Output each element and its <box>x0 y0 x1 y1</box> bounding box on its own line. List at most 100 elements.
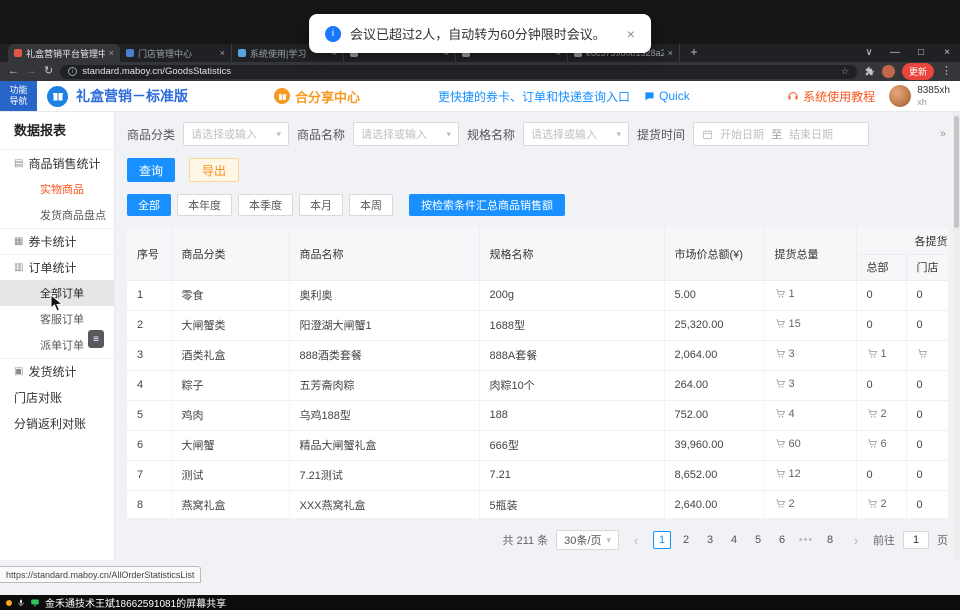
cart-link[interactable]: 2 <box>867 498 887 510</box>
tab-close-icon[interactable]: × <box>109 48 114 58</box>
quick-entry-tip[interactable]: 更快捷的券卡、订单和快递查询入口 <box>438 88 630 105</box>
sidebar-item[interactable]: ▥订单统计 <box>0 254 114 280</box>
tab-close-icon[interactable]: × <box>668 48 673 58</box>
browser-profile-avatar[interactable] <box>882 65 895 78</box>
sidebar-item-label: 券卡统计 <box>28 233 76 250</box>
export-button[interactable]: 导出 <box>189 158 239 182</box>
date-range-picker[interactable]: 开始日期 至 结束日期 <box>693 122 869 146</box>
sidebar-menu: ▤商品销售统计实物商品发货商品盘点▦券卡统计▥订单统计全部订单客服订单派单订单▣… <box>0 150 114 436</box>
site-info-icon[interactable]: i <box>68 67 77 76</box>
scrollbar-thumb[interactable] <box>954 116 959 228</box>
back-icon[interactable]: ← <box>8 66 19 77</box>
extensions-icon[interactable] <box>864 66 875 77</box>
quick-link[interactable]: Quick <box>644 89 690 103</box>
cart-link[interactable]: 2 <box>775 498 795 510</box>
tab-close-icon[interactable]: × <box>220 48 225 58</box>
goods-table-body: 1零食奥利奥200g5.001002大闸蟹类阳澄湖大闸蟹11688型25,320… <box>127 280 948 518</box>
sidebar-item[interactable]: 实物商品 <box>0 176 114 202</box>
column-header: 序号 <box>127 228 171 280</box>
minimize-icon[interactable]: — <box>882 44 908 62</box>
range-tabs: 全部本年度本季度本月本周 <box>127 194 393 216</box>
forward-icon[interactable]: → <box>26 66 37 77</box>
cart-link[interactable]: 3 <box>775 348 795 360</box>
prev-page-icon[interactable]: ‹ <box>627 531 645 549</box>
pickup-cell: 0 <box>856 370 906 400</box>
tutorial-link[interactable]: 系统使用教程 <box>787 88 875 105</box>
share-center-link[interactable]: 合分享中心 <box>274 87 360 106</box>
sidebar-item[interactable]: 发货商品盘点 <box>0 202 114 228</box>
chevron-down-icon: ▾ <box>617 129 622 140</box>
sidebar-item[interactable]: ▦券卡统计 <box>0 228 114 254</box>
tab-search-icon[interactable]: ∨ <box>856 44 882 62</box>
page-number[interactable]: 4 <box>725 531 743 549</box>
address-input[interactable]: i standard.maboy.cn/GoodsStatistics ☆ <box>60 65 857 79</box>
cart-count: 2 <box>881 408 887 420</box>
pickup-cell: 0 <box>906 430 948 460</box>
query-button[interactable]: 查询 <box>127 158 175 182</box>
toast-close-icon[interactable]: × <box>627 26 635 42</box>
sidebar-item[interactable]: 分销返利对账 <box>0 410 114 436</box>
user-avatar[interactable] <box>889 85 911 107</box>
cart-link[interactable]: 1 <box>775 288 795 300</box>
cart-link[interactable]: 60 <box>775 438 801 450</box>
bookmark-star-icon[interactable]: ☆ <box>841 66 849 77</box>
filter-collapse-icon[interactable]: » <box>940 128 946 140</box>
page-number[interactable]: 6 <box>773 531 791 549</box>
goto-suffix: 页 <box>937 532 948 548</box>
cart-link[interactable]: 4 <box>775 408 795 420</box>
page-number[interactable]: 8 <box>821 531 839 549</box>
browser-tab[interactable]: 礼盒营销平台管理中心× <box>8 44 120 62</box>
select-placeholder: 请选择或输入 <box>191 126 257 142</box>
sidebar-item-label: 分销返利对账 <box>14 415 86 432</box>
sidebar-item[interactable]: ▣发货统计 <box>0 358 114 384</box>
page-number[interactable]: 5 <box>749 531 767 549</box>
cart-link[interactable]: 1 <box>867 348 887 360</box>
cart-link[interactable]: 15 <box>775 318 801 330</box>
page-number[interactable]: 3 <box>701 531 719 549</box>
select-placeholder: 请选择或输入 <box>361 126 427 142</box>
cart-link[interactable]: 6 <box>867 438 887 450</box>
cart-link[interactable]: 2 <box>867 408 887 420</box>
range-tab[interactable]: 本年度 <box>177 194 232 216</box>
summary-button[interactable]: 按检索条件汇总商品销售额 <box>409 194 565 216</box>
cart-link[interactable]: 12 <box>775 468 801 480</box>
range-tab[interactable]: 本月 <box>299 194 343 216</box>
sidebar-collapse-handle[interactable]: ≡ <box>88 330 104 348</box>
range-tab[interactable]: 本季度 <box>238 194 293 216</box>
next-page-icon[interactable]: › <box>847 531 865 549</box>
maximize-icon[interactable]: □ <box>908 44 934 62</box>
column-header: 规格名称 <box>479 228 664 280</box>
table-cell: 阳澄湖大闸蟹1 <box>289 310 479 340</box>
app-logo-icon <box>47 86 68 107</box>
range-tab[interactable]: 全部 <box>127 194 171 216</box>
page-list: 123456 ••• 8 <box>653 531 839 549</box>
page-ellipsis[interactable]: ••• <box>797 531 815 549</box>
cart-count: 3 <box>789 378 795 390</box>
function-nav-block[interactable]: 功能 导航 <box>0 81 37 111</box>
sidebar-item[interactable]: 门店对账 <box>0 384 114 410</box>
browser-update-button[interactable]: 更新 <box>902 63 934 80</box>
user-name-block[interactable]: 8385xh xh <box>917 85 950 107</box>
page-size-select[interactable]: 30条/页 ▾ <box>556 530 619 550</box>
cart-link[interactable]: 3 <box>775 378 795 390</box>
close-window-icon[interactable]: × <box>934 44 960 62</box>
cart-icon <box>775 348 786 359</box>
refresh-icon[interactable]: ↻ <box>44 66 53 77</box>
page-number[interactable]: 2 <box>677 531 695 549</box>
filter-select[interactable]: 请选择或输入▾ <box>183 122 289 146</box>
browser-menu-icon[interactable]: ⋮ <box>941 66 952 77</box>
range-tab[interactable]: 本周 <box>349 194 393 216</box>
sidebar-item[interactable]: ▤商品销售统计 <box>0 150 114 176</box>
scrollbar[interactable] <box>953 112 960 560</box>
browser-tab[interactable]: 门店管理中心× <box>120 44 232 62</box>
new-tab-button[interactable]: + <box>686 45 702 61</box>
table-cell: 200g <box>479 280 664 310</box>
goto-page-input[interactable]: 1 <box>903 531 929 549</box>
filter-select[interactable]: 请选择或输入▾ <box>523 122 629 146</box>
chevron-down-icon: ▾ <box>606 535 611 546</box>
page-number[interactable]: 1 <box>653 531 671 549</box>
cart-link[interactable] <box>917 348 931 359</box>
filter-select[interactable]: 请选择或输入▾ <box>353 122 459 146</box>
info-icon: i <box>325 26 341 42</box>
table-cell: 264.00 <box>664 370 764 400</box>
